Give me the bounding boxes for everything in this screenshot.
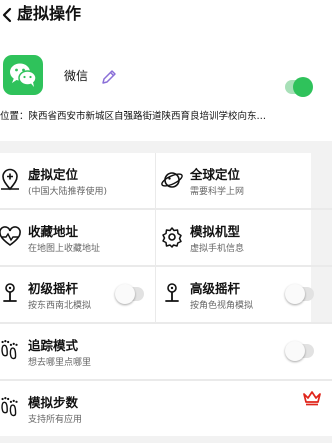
feature-title: 模拟机型	[190, 224, 241, 239]
footprints-icon	[1, 396, 18, 417]
heart-pulse-icon	[0, 226, 21, 246]
feature-virtual-location[interactable]: 虚拟定位 (中国大陆推荐使用)	[0, 153, 155, 208]
chevron-left-icon[interactable]	[0, 4, 18, 26]
row-divider	[0, 265, 332, 267]
planet-icon	[161, 172, 183, 188]
feature-title: 收藏地址	[28, 224, 79, 239]
feature-title: 初级摇杆	[28, 281, 79, 296]
feature-advanced-joystick: 高级摇杆 按角色视角模拟	[156, 267, 314, 322]
feature-favorite-address[interactable]: 收藏地址 在地图上收藏地址	[0, 210, 155, 265]
feature-global-location[interactable]: 全球定位 需要科学上网	[156, 153, 311, 208]
feature-subtitle: 按东西南北模拟	[28, 301, 92, 311]
toggle-knob	[285, 284, 305, 304]
gear-icon	[162, 227, 182, 248]
wechat-icon[interactable]	[3, 55, 43, 95]
feature-simulate-steps[interactable]: 模拟步数 支持所有应用	[0, 381, 332, 436]
toggle-knob	[115, 284, 135, 304]
location-text: 位置：陕西省西安市新城区自强路街道陕西育良培训学校向东…	[0, 111, 267, 122]
feature-simulate-device[interactable]: 模拟机型 虚拟手机信息	[156, 210, 311, 265]
feature-basic-joystick: 初级摇杆 按东西南北模拟	[0, 267, 155, 322]
app-name: 微信	[64, 69, 89, 83]
location-pin-icon	[1, 168, 19, 191]
header-bar: 虚拟操作	[0, 0, 332, 38]
row-divider	[0, 208, 332, 210]
feature-subtitle: 按角色视角模拟	[190, 301, 254, 311]
feature-title: 模拟步数	[28, 395, 79, 410]
tracking-mode-toggle[interactable]	[285, 341, 314, 361]
feature-tracking-mode: 追踪模式 想去哪里点哪里	[0, 324, 332, 379]
feature-subtitle: 在地图上收藏地址	[28, 244, 101, 254]
row-divider	[0, 379, 332, 381]
feature-title: 虚拟定位	[28, 167, 79, 182]
basic-joystick-toggle[interactable]	[115, 284, 144, 304]
feature-subtitle: 需要科学上网	[190, 187, 245, 197]
toggle-knob	[293, 77, 313, 97]
advanced-joystick-toggle[interactable]	[285, 284, 314, 304]
feature-title: 追踪模式	[28, 338, 79, 353]
crown-icon	[303, 391, 321, 406]
feature-title: 全球定位	[190, 167, 241, 182]
app-card	[0, 38, 332, 141]
feature-subtitle: 支持所有应用	[28, 415, 83, 425]
row-divider	[0, 322, 332, 324]
app-enable-toggle[interactable]	[285, 77, 313, 97]
feature-title: 高级摇杆	[190, 281, 241, 296]
joystick-icon	[3, 283, 17, 302]
pencil-icon[interactable]	[100, 68, 118, 86]
footprints-icon	[1, 339, 18, 360]
toggle-knob	[285, 341, 305, 361]
feature-subtitle: 虚拟手机信息	[190, 244, 245, 254]
joystick-icon	[165, 283, 179, 302]
feature-subtitle: (中国大陆推荐使用)	[28, 187, 108, 197]
page-title: 虚拟操作	[17, 4, 82, 23]
feature-subtitle: 想去哪里点哪里	[28, 358, 92, 368]
